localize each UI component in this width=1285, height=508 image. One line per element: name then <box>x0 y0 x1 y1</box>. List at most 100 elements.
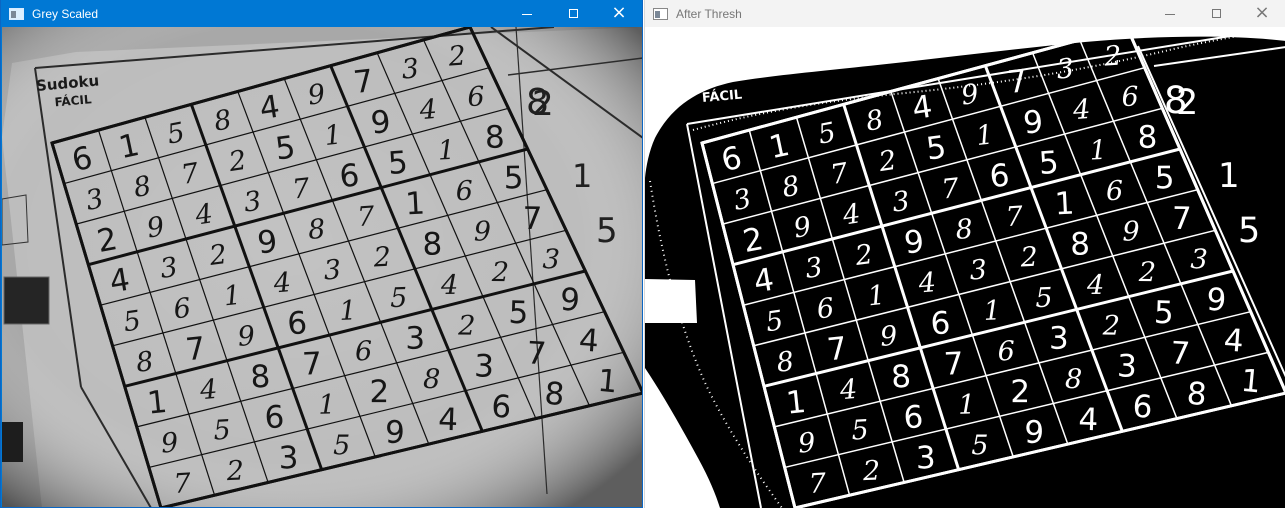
handwritten-sudoku-digit: 8 <box>1065 364 1083 395</box>
handwritten-sudoku-digit: 1 <box>975 119 995 152</box>
printed-sudoku-digit: 9 <box>902 224 925 262</box>
close-button[interactable]: × <box>1239 0 1285 27</box>
handwritten-sudoku-digit: 8 <box>307 214 327 246</box>
handwritten-sudoku-digit: 7 <box>808 468 828 500</box>
handwritten-sudoku-digit: 3 <box>1055 53 1075 85</box>
printed-sudoku-digit: 5 <box>508 295 529 332</box>
handwritten-sudoku-digit: 9 <box>797 427 817 459</box>
after-thresh-image-area: FÁCIL 6158497323872519462943765184329871… <box>645 27 1285 508</box>
handwritten-sudoku-digit: 7 <box>1005 201 1025 233</box>
window-app-icon <box>653 7 668 20</box>
minimize-icon <box>522 13 532 15</box>
printed-sudoku-digit: 8 <box>543 376 565 413</box>
grey-scaled-title: Grey Scaled <box>32 6 99 21</box>
printed-sudoku-digit: 5 <box>1153 295 1174 332</box>
handwritten-sudoku-digit: 1 <box>323 119 343 152</box>
printed-sudoku-digit: 6 <box>264 399 285 436</box>
handwritten-sudoku-digit: 3 <box>400 53 420 85</box>
after-thresh-image: FÁCIL 6 1 5 8 4 9 7 3 23 8 7 2 5 1 9 4 62 9 4 3 7 6 5 1 84 3 2 9 8 7 1… <box>645 27 1285 508</box>
handwritten-sudoku-digit: 5 <box>1035 283 1053 314</box>
printed-sudoku-digit: 3 <box>1049 321 1069 357</box>
threshold-edge-digit-2: 2 <box>1176 83 1198 123</box>
printed-sudoku-digit: 8 <box>1137 119 1158 156</box>
handwritten-sudoku-digit: 6 <box>467 81 486 113</box>
printed-sudoku-digit: 1 <box>1054 186 1075 223</box>
printed-sudoku-digit: 8 <box>890 359 912 396</box>
printed-sudoku-digit: 6 <box>286 305 308 342</box>
printed-sudoku-digit: 4 <box>578 322 600 359</box>
printed-sudoku-digit: 8 <box>422 226 443 263</box>
grey-scaled-window: Grey Scaled × Sudoku FÁCIL 6 1 5 8 4 9 7… <box>0 0 643 508</box>
handwritten-sudoku-digit: 2 <box>446 40 466 72</box>
printed-sudoku-digit: 9 <box>1022 104 1045 142</box>
handwritten-sudoku-digit: 1 <box>983 295 1002 327</box>
handwritten-sudoku-digit: 4 <box>198 374 219 406</box>
printed-sudoku-digit: 6 <box>490 389 512 426</box>
handwritten-sudoku-digit: 2 <box>1102 40 1122 72</box>
handwritten-sudoku-digit: 9 <box>879 321 899 353</box>
handwritten-sudoku-digit: 4 <box>271 267 292 299</box>
handwritten-sudoku-digit: 4 <box>418 94 438 126</box>
handwritten-sudoku-digit: 2 <box>207 239 229 272</box>
printed-sudoku-digit: 2 <box>1010 374 1030 410</box>
threshold-edge-digit-5: 5 <box>1238 211 1260 251</box>
printed-sudoku-digit: 1 <box>146 384 169 422</box>
handwritten-sudoku-digit: 6 <box>997 336 1015 367</box>
printed-sudoku-digit: 7 <box>184 330 207 368</box>
after-thresh-titlebar[interactable]: After Thresh × <box>645 0 1285 27</box>
maximize-button[interactable] <box>1193 0 1239 27</box>
printed-sudoku-digit: 4 <box>438 402 459 439</box>
handwritten-sudoku-digit: 9 <box>1122 216 1139 247</box>
close-button[interactable]: × <box>596 0 642 27</box>
handwritten-sudoku-digit: 2 <box>1138 257 1157 288</box>
grey-scaled-titlebar[interactable]: Grey Scaled × <box>1 0 642 27</box>
handwritten-sudoku-digit: 9 <box>474 216 491 247</box>
printed-sudoku-digit: 7 <box>526 335 548 372</box>
window-controls: × <box>504 0 642 27</box>
printed-sudoku-digit: 8 <box>484 119 505 156</box>
handwritten-sudoku-digit: 6 <box>1106 176 1124 207</box>
window-controls: × <box>1147 0 1285 27</box>
handwritten-sudoku-digit: 5 <box>390 283 408 314</box>
after-thresh-window: After Thresh × FÁCIL 6 1 5 8 4 9 7 3 2 3… <box>644 0 1285 508</box>
handwritten-sudoku-digit: 6 <box>355 336 373 367</box>
printed-sudoku-digit: 7 <box>1169 335 1191 372</box>
left-dark-box <box>3 276 50 325</box>
handwritten-sudoku-digit: 5 <box>851 415 870 447</box>
handwritten-sudoku-digit: 6 <box>455 176 473 207</box>
handwritten-sudoku-digit: 6 <box>1121 81 1140 113</box>
grey-scaled-image-area: Sudoku FÁCIL 615849732387251946294376518… <box>2 27 642 507</box>
printed-sudoku-digit: 3 <box>474 348 495 385</box>
threshold-edge-digit-1: 1 <box>1218 156 1240 196</box>
printed-sudoku-digit: 6 <box>929 305 951 342</box>
printed-sudoku-digit: 3 <box>405 321 425 357</box>
maximize-icon <box>1211 9 1221 18</box>
handwritten-sudoku-digit: 4 <box>440 270 458 301</box>
printed-sudoku-digit: 6 <box>338 157 361 195</box>
printed-sudoku-digit: 7 <box>352 63 376 101</box>
printed-sudoku-digit: 9 <box>256 224 279 262</box>
handwritten-sudoku-digit: 1 <box>958 389 976 420</box>
printed-sudoku-digit: 9 <box>385 415 405 451</box>
window-app-icon <box>9 7 24 20</box>
minimize-button[interactable] <box>504 0 550 27</box>
handwritten-sudoku-digit: 8 <box>954 214 974 246</box>
printed-sudoku-digit: 7 <box>825 330 848 368</box>
close-icon: × <box>611 1 627 23</box>
printed-sudoku-digit: 4 <box>1078 402 1099 439</box>
maximize-button[interactable] <box>550 0 596 27</box>
printed-sudoku-digit: 9 <box>1024 415 1044 451</box>
handwritten-sudoku-digit: 3 <box>542 244 560 276</box>
handwritten-sudoku-digit: 1 <box>437 135 456 167</box>
handwritten-sudoku-digit: 3 <box>323 254 342 286</box>
printed-sudoku-digit: 9 <box>369 104 392 142</box>
minimize-button[interactable] <box>1147 0 1193 27</box>
printed-sudoku-digit: 7 <box>1006 63 1030 101</box>
printed-sudoku-digit: 7 <box>943 346 964 383</box>
handwritten-sudoku-digit: 7 <box>173 468 193 500</box>
printed-sudoku-digit: 1 <box>784 384 807 422</box>
after-thresh-title: After Thresh <box>676 6 742 21</box>
edge-digit-1: 1 <box>572 157 592 195</box>
printed-sudoku-digit: 8 <box>1186 376 1208 413</box>
handwritten-sudoku-digit: 9 <box>160 427 180 459</box>
